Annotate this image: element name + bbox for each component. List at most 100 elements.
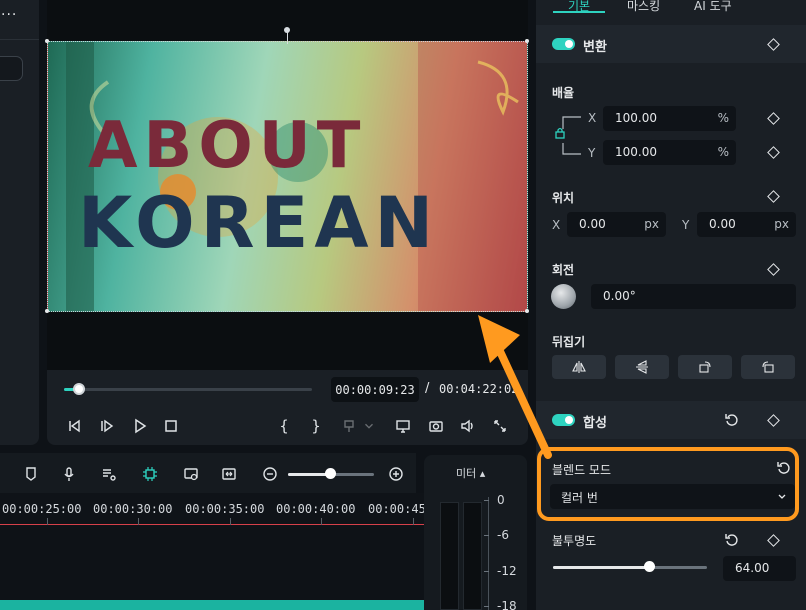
play-icon	[135, 418, 147, 434]
mark-in-button[interactable]: {	[273, 415, 295, 437]
ruler-label: 00:00:30:00	[93, 502, 173, 516]
meter-tick	[484, 535, 489, 536]
chevron-down-icon	[365, 423, 373, 429]
snapshot-button[interactable]	[425, 415, 447, 437]
opacity-field[interactable]: 64.00	[723, 556, 796, 581]
position-x-unit: px	[644, 217, 659, 231]
ruler-tick	[47, 518, 48, 525]
screen-effect-icon	[184, 468, 198, 481]
meter-scale-label: -12	[497, 564, 517, 578]
meter-bar-left	[440, 502, 459, 610]
meter-scale-label: 0	[497, 493, 505, 507]
rotate-right-icon	[699, 361, 711, 373]
reset-icon	[725, 414, 738, 426]
mark-in-icon: {	[279, 417, 289, 435]
opacity-slider-fill	[553, 566, 649, 569]
scale-x-unit: %	[717, 111, 729, 125]
opacity-value: 64.00	[735, 561, 770, 575]
annotation-arrow	[478, 315, 552, 459]
resize-handle[interactable]	[45, 309, 49, 313]
reset-opacity-button[interactable]	[724, 532, 740, 548]
rotate-counterclockwise-button[interactable]	[741, 355, 795, 379]
video-title-top: ABOUT	[88, 109, 366, 183]
zoom-out-button[interactable]	[259, 463, 281, 485]
record-voiceover-button[interactable]	[58, 463, 80, 485]
marker-button[interactable]	[20, 463, 42, 485]
rotation-field[interactable]: 0.00°	[591, 284, 796, 309]
meter-scale	[488, 497, 489, 610]
video-frame-image: ABOUT KOREAN	[66, 42, 527, 311]
ruler-tick	[138, 518, 139, 525]
ruler-label: 00:00:40:00	[276, 502, 356, 516]
active-tab-indicator	[553, 11, 605, 13]
zoom-in-button[interactable]	[385, 463, 407, 485]
current-timecode[interactable]: 00:00:09:23	[331, 377, 419, 402]
position-y-field[interactable]: 0.00 px	[697, 212, 796, 237]
toggle-knob	[565, 416, 573, 424]
lock-ratio-button[interactable]	[554, 126, 566, 140]
meter-scale-label: -18	[497, 599, 517, 610]
more-options-button[interactable]: ···	[1, 8, 21, 22]
timeline-track-area[interactable]	[0, 526, 424, 610]
insert-dropdown[interactable]	[362, 415, 376, 437]
rotation-label: 회전	[552, 263, 575, 277]
mark-out-icon: }	[311, 417, 321, 435]
screen-effect-button[interactable]	[180, 463, 202, 485]
ruler-tick	[321, 518, 322, 525]
play-button[interactable]	[129, 415, 151, 437]
plus-circle-icon	[389, 467, 403, 481]
transform-section-header	[536, 25, 806, 63]
insert-button[interactable]	[339, 415, 361, 437]
zoom-slider-handle[interactable]	[325, 468, 336, 479]
microphone-icon	[64, 467, 74, 481]
position-y-unit: px	[774, 217, 789, 231]
compositing-section-header	[536, 401, 806, 439]
transform-title: 변환	[583, 40, 607, 55]
meter-scale-label: -6	[497, 528, 509, 542]
scale-label: 배율	[552, 86, 575, 100]
video-frame[interactable]: ABOUT KOREAN	[47, 41, 528, 312]
rotate-clockwise-button[interactable]	[678, 355, 732, 379]
stop-icon	[165, 420, 177, 432]
tab-masking[interactable]: 마스킹	[627, 0, 660, 13]
position-label: 위치	[552, 191, 575, 205]
audio-sync-button[interactable]	[98, 463, 120, 485]
insert-icon	[344, 420, 354, 432]
flip-vertical-button[interactable]	[615, 355, 669, 379]
ruler-label: 00:00:35:00	[185, 502, 265, 516]
next-frame-icon	[101, 419, 114, 433]
rotate-left-icon	[762, 361, 774, 373]
stop-button[interactable]	[160, 415, 182, 437]
resize-handle[interactable]	[525, 39, 529, 43]
video-title-bottom: KOREAN	[78, 182, 439, 264]
opacity-slider-handle[interactable]	[644, 561, 655, 572]
minus-circle-icon	[263, 467, 277, 481]
position-x-value: 0.00	[579, 217, 606, 231]
playback-scrubber[interactable]	[64, 388, 312, 391]
scrubber-handle[interactable]	[73, 383, 85, 395]
rotate-handle[interactable]	[284, 27, 290, 33]
ruler-label: 00:00:25:00	[2, 502, 82, 516]
resize-handle[interactable]	[45, 39, 49, 43]
display-settings-button[interactable]	[392, 415, 414, 437]
scale-y-field[interactable]: 100.00 %	[603, 140, 736, 165]
position-x-field[interactable]: 0.00 px	[567, 212, 666, 237]
divider	[0, 39, 39, 40]
scale-x-field[interactable]: 100.00 %	[603, 106, 736, 131]
meter-title[interactable]: 미터 ▴	[456, 465, 496, 480]
ai-tool-button[interactable]	[139, 463, 161, 485]
next-frame-button[interactable]	[96, 415, 118, 437]
scale-x-axis-label: X	[588, 111, 597, 125]
video-clip[interactable]	[0, 600, 424, 610]
previous-frame-button[interactable]	[63, 415, 85, 437]
scale-x-value: 100.00	[615, 111, 657, 125]
tab-ai-tools[interactable]: AI 도구	[694, 0, 732, 13]
fit-timeline-button[interactable]	[218, 463, 240, 485]
search-input[interactable]	[0, 56, 23, 81]
mark-out-button[interactable]: }	[305, 415, 327, 437]
flip-horizontal-button[interactable]	[552, 355, 606, 379]
opacity-label: 불투명도	[552, 534, 597, 548]
reset-compositing-button[interactable]	[724, 412, 740, 428]
position-y-value: 0.00	[709, 217, 736, 231]
rotation-value: 0.00°	[603, 289, 636, 303]
